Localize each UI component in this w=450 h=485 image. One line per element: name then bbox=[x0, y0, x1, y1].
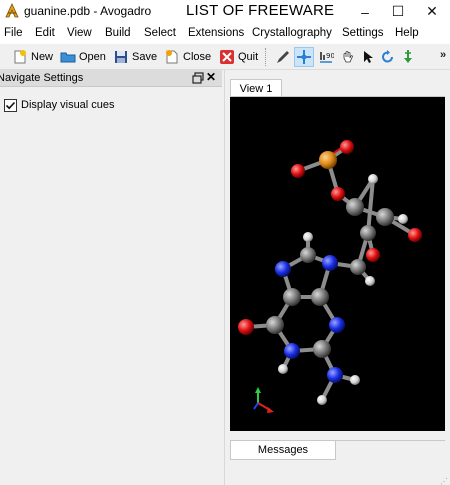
minimize-button[interactable]: – bbox=[348, 0, 382, 23]
menu-edit[interactable]: Edit bbox=[35, 27, 55, 39]
guanine-molecule-render bbox=[238, 140, 422, 413]
toolbar-separator bbox=[265, 48, 266, 66]
new-button[interactable]: New bbox=[12, 47, 53, 67]
close-button[interactable]: Close bbox=[164, 47, 211, 67]
save-disk-icon bbox=[115, 51, 127, 63]
auto-optimize-tool-button[interactable] bbox=[398, 47, 418, 67]
dock-title: Navigate Settings bbox=[0, 72, 84, 84]
draw-tool-button[interactable] bbox=[273, 47, 293, 67]
menu-help[interactable]: Help bbox=[395, 27, 419, 39]
menu-settings[interactable]: Settings bbox=[342, 27, 384, 39]
save-button[interactable]: Save bbox=[113, 47, 157, 67]
measure-tool-button[interactable]: 90 bbox=[316, 47, 336, 67]
avogadro-window: guanine.pdb - Avogadro LIST OF FREEWARE … bbox=[0, 0, 450, 485]
menu-extensions[interactable]: Extensions bbox=[188, 27, 244, 39]
menu-crystallography[interactable]: Crystallography bbox=[252, 27, 332, 39]
window-title: guanine.pdb - Avogadro bbox=[24, 4, 152, 18]
tab-view-1[interactable]: View 1 bbox=[230, 79, 282, 97]
molecule-3d-viewport[interactable] bbox=[230, 97, 445, 431]
navigate-tool-icon bbox=[297, 50, 311, 64]
svg-text:90: 90 bbox=[326, 52, 334, 60]
open-folder-icon bbox=[60, 52, 76, 63]
manipulate-tool-button[interactable] bbox=[338, 47, 358, 67]
save-button-label: Save bbox=[132, 51, 158, 63]
resize-grip-icon[interactable]: ⋰ bbox=[440, 477, 448, 485]
quit-icon bbox=[220, 50, 234, 64]
dock-close-button[interactable]: ✕ bbox=[206, 70, 216, 84]
rotate-tool-button[interactable] bbox=[378, 47, 398, 67]
close-window-button[interactable]: ✕ bbox=[415, 0, 449, 23]
close-button-label: Close bbox=[183, 51, 212, 63]
checkmark-icon bbox=[5, 101, 16, 110]
dock-float-icon[interactable] bbox=[192, 72, 204, 84]
avogadro-logo-icon bbox=[5, 3, 19, 18]
display-visual-cues-checkbox[interactable] bbox=[4, 99, 17, 112]
toolbar-overflow-button[interactable]: » bbox=[440, 49, 446, 61]
measure-tool-icon: 90 bbox=[320, 52, 334, 63]
select-arrow-icon bbox=[364, 51, 373, 63]
quit-button[interactable]: Quit bbox=[219, 47, 258, 67]
menu-select[interactable]: Select bbox=[144, 27, 176, 39]
main-toolbar: New Open Save Close Quit 90 bbox=[0, 44, 450, 70]
dock-splitter[interactable] bbox=[224, 70, 225, 485]
new-button-label: New bbox=[31, 51, 54, 63]
tab-messages[interactable]: Messages bbox=[230, 441, 336, 460]
manipulate-hand-icon bbox=[343, 51, 353, 63]
quit-button-label: Quit bbox=[238, 51, 259, 63]
rotate-tool-icon bbox=[382, 50, 393, 63]
navigate-settings-panel bbox=[0, 88, 222, 485]
menu-bar: File Edit View Build Select Extensions C… bbox=[0, 23, 450, 44]
title-bar: guanine.pdb - Avogadro LIST OF FREEWARE … bbox=[0, 0, 450, 23]
maximize-button[interactable]: ☐ bbox=[381, 0, 415, 23]
open-button-label: Open bbox=[79, 51, 106, 63]
auto-optimize-tool-icon bbox=[404, 50, 412, 63]
menu-view[interactable]: View bbox=[67, 27, 92, 39]
select-tool-button[interactable] bbox=[358, 47, 378, 67]
navigate-settings-dock-header: Navigate Settings ✕ bbox=[0, 70, 222, 87]
display-visual-cues-label: Display visual cues bbox=[21, 99, 115, 111]
menu-build[interactable]: Build bbox=[105, 27, 131, 39]
navigate-tool-button[interactable] bbox=[294, 47, 314, 67]
close-file-icon bbox=[166, 50, 178, 64]
draw-tool-icon bbox=[277, 51, 289, 63]
new-file-icon bbox=[14, 50, 26, 64]
open-button[interactable]: Open bbox=[60, 47, 106, 67]
menu-file[interactable]: File bbox=[4, 27, 23, 39]
axes-cue bbox=[253, 387, 274, 413]
watermark-text: LIST OF FREEWARE bbox=[186, 2, 335, 19]
